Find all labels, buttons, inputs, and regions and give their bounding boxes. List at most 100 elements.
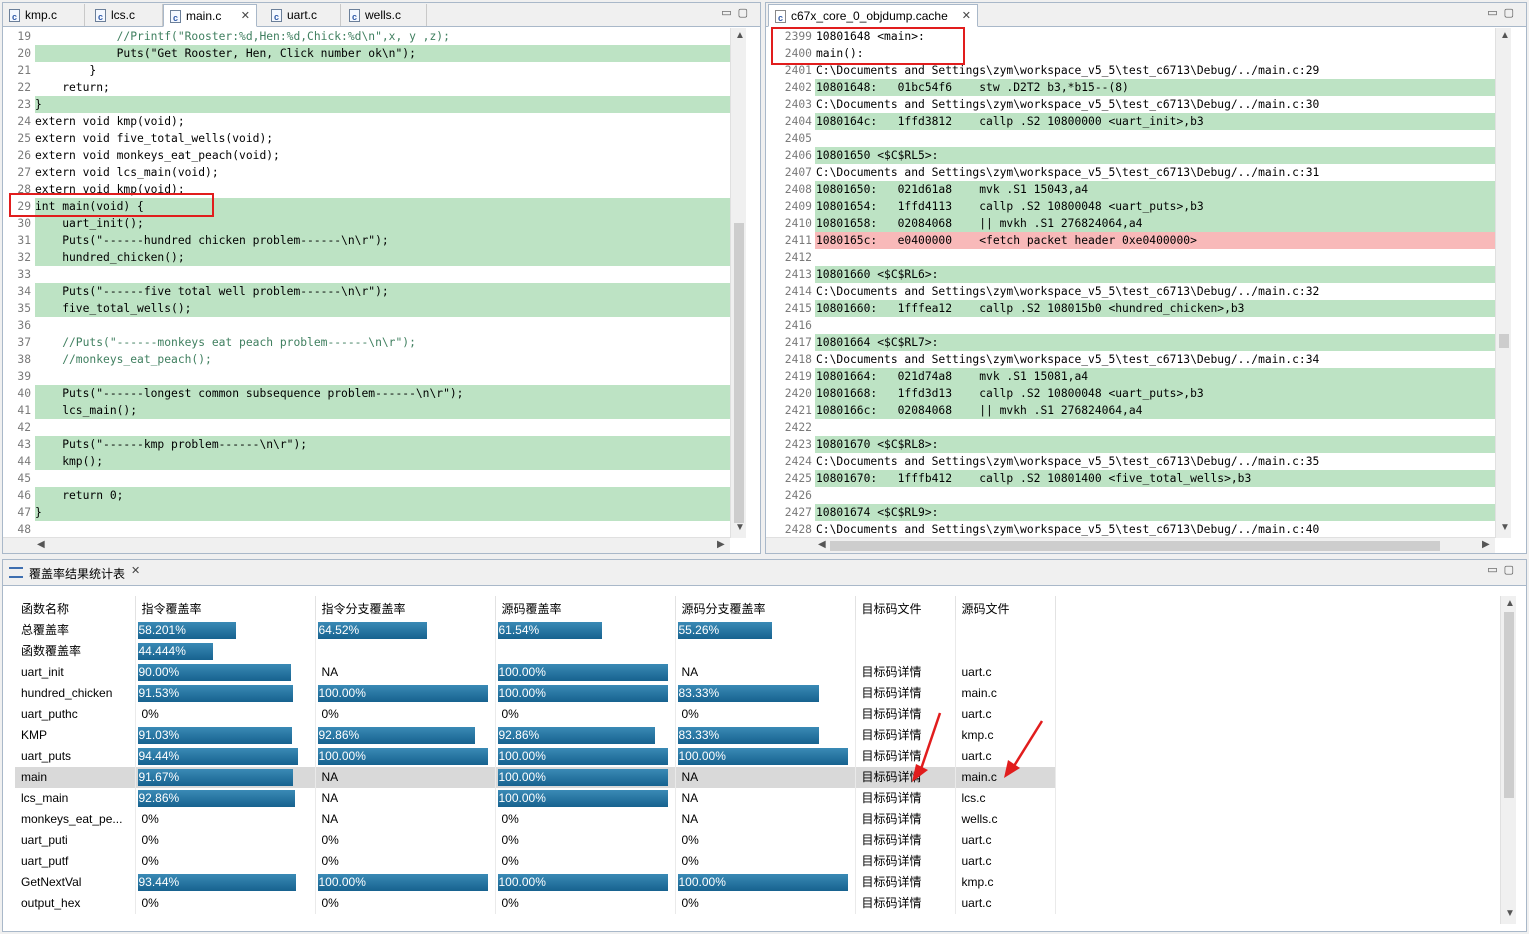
table-row[interactable]: lcs_main 92.86% NA 100.00% NA 目标码详情 lcs.c [15,788,1056,809]
tab-lcs[interactable]: lcs.c [89,4,163,28]
code-line[interactable]: 2402 10801648: 01bc54f6 stw .D2T2 b3,*b15… [766,79,1496,96]
scroll-down-icon[interactable]: ▼ [1505,908,1515,919]
code-line[interactable]: 20 Puts("Get Rooster, Hen, Click number … [3,45,731,62]
coverage-cell[interactable]: 100.00% [675,872,856,893]
code-line[interactable]: 19 //Printf("Rooster:%d,Hen:%d,Chick:%d\… [3,28,731,45]
code-line[interactable]: 2417 10801664 <$C$RL7>: [766,334,1496,351]
coverage-cell[interactable]: 90.00% [135,662,316,683]
code-line[interactable]: 33 [3,266,731,283]
tab-kmp[interactable]: kmp.c [3,4,85,28]
close-icon[interactable]: ✕ [962,5,971,27]
code-line[interactable]: 2405 [766,130,1496,147]
coverage-cell[interactable]: 0% [135,830,316,851]
coverage-cell[interactable]: 44.444% [135,641,316,662]
code-line[interactable]: 21 } [3,62,731,79]
source-file-link[interactable]: uart.c [955,851,1056,872]
coverage-cell[interactable]: 100.00% [495,788,676,809]
coverage-cell[interactable]: 0% [675,851,856,872]
table-row[interactable]: uart_puti 0% 0% 0% 0% 目标码详情 uart.c [15,830,1056,851]
table-row[interactable]: uart_init 90.00% NA 100.00% NA 目标码详情 uart.c [15,662,1056,683]
table-row[interactable]: uart_puthc 0% 0% 0% 0% 目标码详情 uart.c [15,704,1056,725]
coverage-cell[interactable]: 0% [675,704,856,725]
code-line[interactable]: 2416 [766,317,1496,334]
code-line[interactable]: 22 return; [3,79,731,96]
scroll-down-icon[interactable]: ▼ [735,522,745,533]
code-line[interactable]: 2409 10801654: 1ffd4113 callp .S2 1080004… [766,198,1496,215]
code-line[interactable]: 2414 C:\Documents and Settings\zym\worksp… [766,283,1496,300]
col-instruction-branch-coverage[interactable]: 指令分支覆盖率 [315,596,496,620]
table-row[interactable]: 总覆盖率 58.201% 64.52% 61.54% 55.26% [15,620,1056,641]
object-detail-link[interactable]: 目标码详情 [855,872,956,893]
object-detail-link[interactable]: 目标码详情 [855,893,956,914]
function-name-cell[interactable]: uart_puti [15,830,136,851]
scroll-thumb[interactable] [830,541,1440,551]
col-function-name[interactable]: 函数名称 [15,596,136,620]
code-line[interactable]: 34 Puts("------five total well problem--… [3,283,731,300]
coverage-cell[interactable]: NA [315,662,496,683]
coverage-cell[interactable]: 0% [135,851,316,872]
scroll-left-icon[interactable]: ◀ [818,539,826,550]
tab-objdump-cache[interactable]: c67x_core_0_objdump.cache ✕ [768,4,978,29]
coverage-cell[interactable]: 0% [495,704,676,725]
coverage-cell[interactable]: 0% [495,809,676,830]
coverage-cell[interactable]: 0% [495,851,676,872]
close-icon[interactable]: ✕ [241,5,250,27]
code-line[interactable]: 43 Puts("------kmp problem------\n\r"); [3,436,731,453]
object-detail-link[interactable]: 目标码详情 [855,851,956,872]
code-line[interactable]: 40 Puts("------longest common subsequenc… [3,385,731,402]
code-line[interactable]: 2412 [766,249,1496,266]
code-line[interactable]: 35 five_total_wells(); [3,300,731,317]
code-line[interactable]: 2418 C:\Documents and Settings\zym\worksp… [766,351,1496,368]
code-line[interactable]: 2423 10801670 <$C$RL8>: [766,436,1496,453]
function-name-cell[interactable]: monkeys_eat_pe... [15,809,136,830]
code-line[interactable]: 44 kmp(); [3,453,731,470]
function-name-cell[interactable]: lcs_main [15,788,136,809]
code-line[interactable]: 2421 1080166c: 02084068 || mvkh .S1 27682… [766,402,1496,419]
coverage-cell[interactable]: NA [315,788,496,809]
coverage-cell[interactable]: 100.00% [495,662,676,683]
coverage-cell[interactable]: NA [675,662,856,683]
function-name-cell[interactable]: 函数覆盖率 [15,641,136,662]
code-line[interactable]: 2427 10801674 <$C$RL9>: [766,504,1496,521]
tab-uart[interactable]: uart.c [265,4,341,28]
tab-main[interactable]: main.c✕ [163,4,257,29]
coverage-cell[interactable]: 93.44% [135,872,316,893]
object-detail-link[interactable]: 目标码详情 [855,809,956,830]
code-line[interactable]: 2408 10801650: 021d61a8 mvk .S1 15043,a4 [766,181,1496,198]
function-name-cell[interactable]: hundred_chicken [15,683,136,704]
function-name-cell[interactable]: output_hex [15,893,136,914]
code-line[interactable]: 2406 10801650 <$C$RL5>: [766,147,1496,164]
code-line[interactable]: 2425 10801670: 1fffb412 callp .S2 1080140… [766,470,1496,487]
code-line[interactable]: 24 extern void kmp(void); [3,113,731,130]
coverage-cell[interactable]: 58.201% [135,620,316,641]
source-file-link[interactable] [955,641,1056,662]
source-file-link[interactable]: uart.c [955,893,1056,914]
coverage-cell[interactable]: 83.33% [675,683,856,704]
coverage-cell[interactable]: 0% [315,830,496,851]
function-name-cell[interactable]: uart_putf [15,851,136,872]
source-file-link[interactable]: main.c [955,683,1056,704]
source-file-link[interactable]: wells.c [955,809,1056,830]
code-line[interactable]: 26 extern void monkeys_eat_peach(void); [3,147,731,164]
code-line[interactable]: 41 lcs_main(); [3,402,731,419]
source-file-link[interactable]: kmp.c [955,872,1056,893]
scroll-thumb[interactable] [1499,334,1509,348]
coverage-cell[interactable]: NA [315,809,496,830]
code-line[interactable]: 30 uart_init(); [3,215,731,232]
code-line[interactable]: 2415 10801660: 1fffea12 callp .S2 108015b… [766,300,1496,317]
scroll-right-icon[interactable]: ▶ [717,539,725,550]
code-line[interactable]: 36 [3,317,731,334]
coverage-cell[interactable]: 92.86% [135,788,316,809]
coverage-cell[interactable]: 92.86% [315,725,496,746]
object-detail-link[interactable]: 目标码详情 [855,788,956,809]
scroll-thumb[interactable] [734,223,744,523]
code-line[interactable]: 48 [3,521,731,538]
table-row[interactable]: uart_putf 0% 0% 0% 0% 目标码详情 uart.c [15,851,1056,872]
coverage-cell[interactable]: 0% [495,893,676,914]
code-line[interactable]: 2404 1080164c: 1ffd3812 callp .S2 1080000… [766,113,1496,130]
coverage-cell[interactable]: 100.00% [315,683,496,704]
table-row[interactable]: 函数覆盖率 44.444% [15,641,1056,662]
code-line[interactable]: 2428 C:\Documents and Settings\zym\worksp… [766,521,1496,538]
coverage-cell[interactable]: 100.00% [315,872,496,893]
close-icon[interactable]: ✕ [131,564,140,577]
